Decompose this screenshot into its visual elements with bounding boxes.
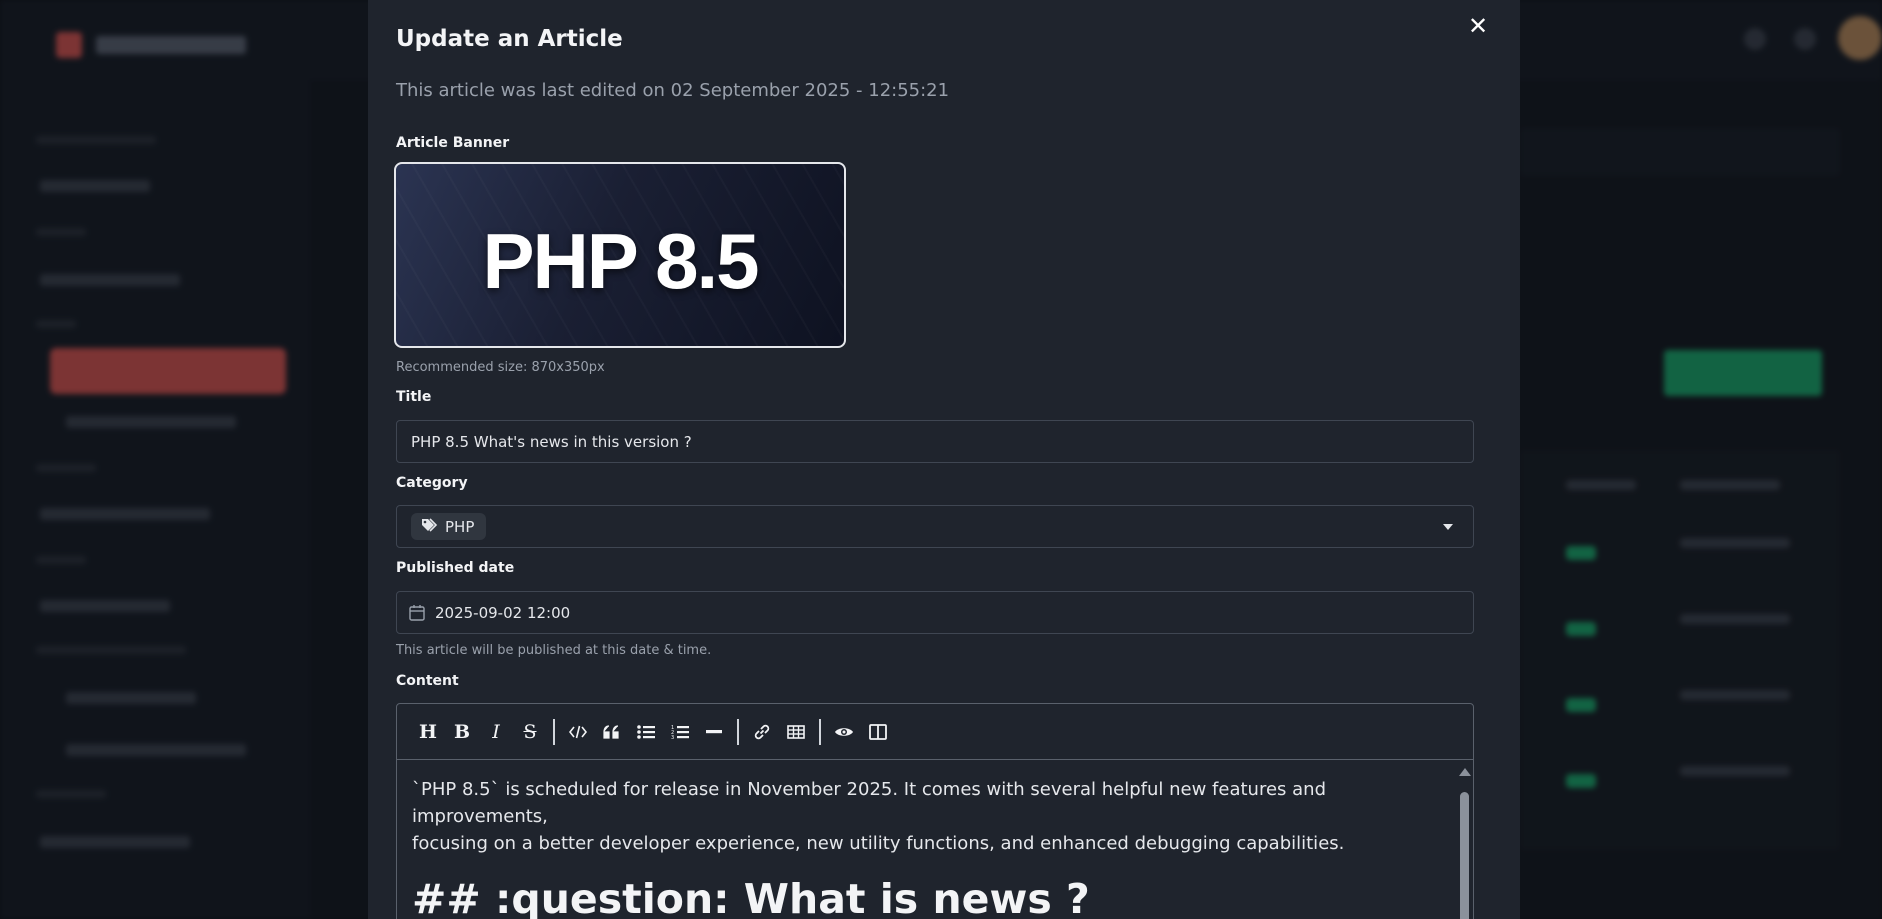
background-sidebar xyxy=(0,0,310,919)
category-tag[interactable]: PHP xyxy=(411,513,487,540)
tags-icon xyxy=(421,517,439,536)
banner-size-hint: Recommended size: 870x350px xyxy=(396,360,605,375)
table-icon[interactable] xyxy=(779,715,813,749)
close-icon[interactable]: ✕ xyxy=(1466,14,1490,38)
scroll-up-icon[interactable] xyxy=(1459,768,1471,776)
banner-label: Article Banner xyxy=(396,135,510,151)
title-label: Title xyxy=(396,389,432,405)
content-paragraph-line: `PHP 8.5` is scheduled for release in No… xyxy=(412,779,1327,827)
published-date-input[interactable]: 2025-09-02 12:00 xyxy=(396,591,1474,634)
editor-scrollbar-thumb[interactable] xyxy=(1460,792,1469,919)
list-ul-icon[interactable] xyxy=(629,715,663,749)
last-edited-text: This article was last edited on 02 Septe… xyxy=(396,80,950,101)
eye-icon[interactable] xyxy=(827,715,861,749)
columns-icon[interactable] xyxy=(861,715,895,749)
bold-icon[interactable]: B xyxy=(445,715,479,749)
italic-icon[interactable]: I xyxy=(479,715,513,749)
markdown-editor: H B I S 123 `PHP 8.5` is scheduled for r… xyxy=(396,703,1474,919)
content-paragraph-line: focusing on a better developer experienc… xyxy=(412,833,1345,854)
update-article-modal: Update an Article ✕ This article was las… xyxy=(368,0,1520,919)
modal-title: Update an Article xyxy=(396,26,623,52)
toolbar-separator xyxy=(819,718,821,745)
article-banner-image[interactable]: PHP 8.5 xyxy=(394,162,846,348)
list-ol-icon[interactable]: 123 xyxy=(663,715,697,749)
background-logo xyxy=(56,28,256,62)
banner-image-text: PHP 8.5 xyxy=(482,217,759,305)
chevron-down-icon[interactable] xyxy=(1443,524,1453,530)
content-heading: ## :question: What is news ? xyxy=(412,875,1090,919)
calendar-icon xyxy=(409,605,425,621)
published-date-value: 2025-09-02 12:00 xyxy=(435,603,571,622)
toolbar-separator xyxy=(553,718,555,745)
quote-icon[interactable] xyxy=(595,715,629,749)
category-label: Category xyxy=(396,475,468,491)
editor-content[interactable]: `PHP 8.5` is scheduled for release in No… xyxy=(412,776,1432,919)
published-date-hint: This article will be published at this d… xyxy=(396,643,712,658)
category-tag-label: PHP xyxy=(445,517,475,536)
toolbar-separator xyxy=(737,718,739,745)
heading-icon[interactable]: H xyxy=(411,715,445,749)
title-input-value: PHP 8.5 What's news in this version ? xyxy=(411,432,692,451)
content-label: Content xyxy=(396,673,459,689)
published-date-label: Published date xyxy=(396,560,515,576)
editor-scrollbar[interactable] xyxy=(1459,768,1471,919)
title-input[interactable]: PHP 8.5 What's news in this version ? xyxy=(396,420,1474,463)
link-icon[interactable] xyxy=(745,715,779,749)
code-icon[interactable] xyxy=(561,715,595,749)
category-select[interactable]: PHP xyxy=(396,505,1474,548)
svg-text:3: 3 xyxy=(671,735,674,740)
editor-toolbar: H B I S 123 xyxy=(397,704,1473,760)
strikethrough-icon[interactable]: S xyxy=(513,715,547,749)
minus-icon[interactable] xyxy=(697,715,731,749)
